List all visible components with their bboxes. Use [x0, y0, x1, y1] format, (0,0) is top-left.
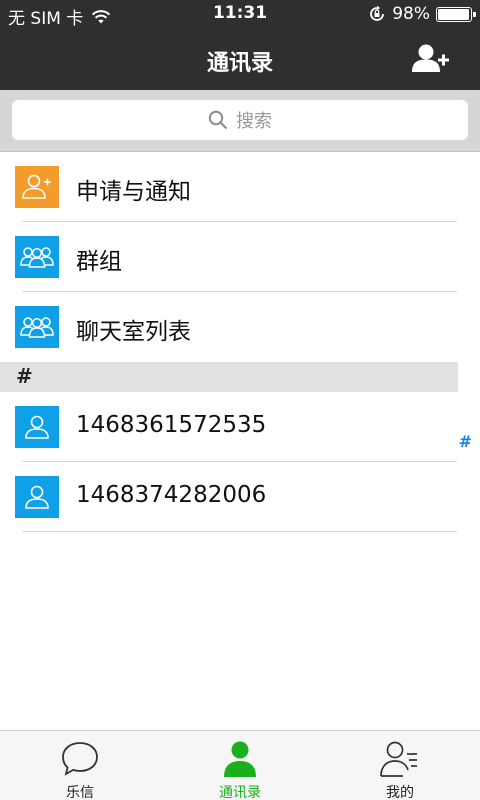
chatrooms-icon-box — [15, 306, 59, 348]
page-title: 通讯录 — [206, 51, 273, 76]
list-item-label: 群组 — [76, 249, 122, 275]
tab-label: 乐信 — [66, 785, 94, 800]
list-item-groups[interactable]: 群组 — [0, 222, 480, 292]
search-icon — [208, 110, 228, 130]
tab-bar: 乐信 通讯录 我的 — [0, 730, 480, 800]
group-icon — [20, 317, 54, 338]
battery-percent: 98% — [392, 4, 430, 24]
add-person-icon — [22, 174, 51, 199]
contacts-icon — [224, 741, 256, 777]
contact-name: 1468361572535 — [76, 412, 267, 438]
tab-label: 通讯录 — [219, 785, 261, 800]
tab-me[interactable]: 我的 — [320, 731, 480, 800]
contact-list: 申请与通知 群组 聊天室列表 # 1468361572535 146837428… — [0, 152, 480, 532]
group-icon — [20, 247, 54, 268]
search-placeholder: 搜索 — [236, 111, 272, 132]
list-item-label: 聊天室列表 — [76, 319, 191, 345]
list-item-chatrooms[interactable]: 聊天室列表 — [0, 292, 480, 362]
groups-icon-box — [15, 236, 59, 278]
nav-bar: 通讯录 — [0, 30, 480, 90]
search-input[interactable]: 搜索 — [12, 100, 468, 140]
battery-fill — [438, 8, 470, 20]
rotation-lock-icon — [370, 5, 385, 21]
avatar — [15, 406, 59, 448]
divider — [22, 531, 457, 532]
profile-list-icon — [380, 741, 417, 777]
requests-icon-box — [15, 166, 59, 208]
section-letter: # — [16, 364, 33, 388]
add-person-icon — [412, 44, 449, 72]
avatar — [15, 476, 59, 518]
status-right: 98% — [368, 4, 476, 24]
tab-chats[interactable]: 乐信 — [0, 731, 160, 800]
tab-contacts[interactable]: 通讯录 — [160, 731, 320, 800]
list-item-label: 申请与通知 — [76, 179, 191, 205]
search-area: 搜索 — [0, 90, 480, 152]
tab-label: 我的 — [386, 785, 414, 800]
person-icon — [25, 415, 49, 439]
add-friend-button[interactable] — [412, 43, 450, 75]
contact-name: 1468374282006 — [76, 482, 267, 508]
chat-bubble-icon — [62, 742, 98, 776]
contact-row[interactable]: 1468374282006 — [0, 462, 480, 532]
battery-icon — [436, 6, 476, 22]
status-bar: 无 SIM 卡 11:31 98% — [0, 0, 480, 30]
index-letter-hash[interactable]: # — [459, 432, 472, 451]
list-item-requests[interactable]: 申请与通知 — [0, 152, 480, 222]
person-icon — [25, 485, 49, 509]
section-header: # — [0, 362, 458, 392]
contact-row[interactable]: 1468361572535 — [0, 392, 480, 462]
